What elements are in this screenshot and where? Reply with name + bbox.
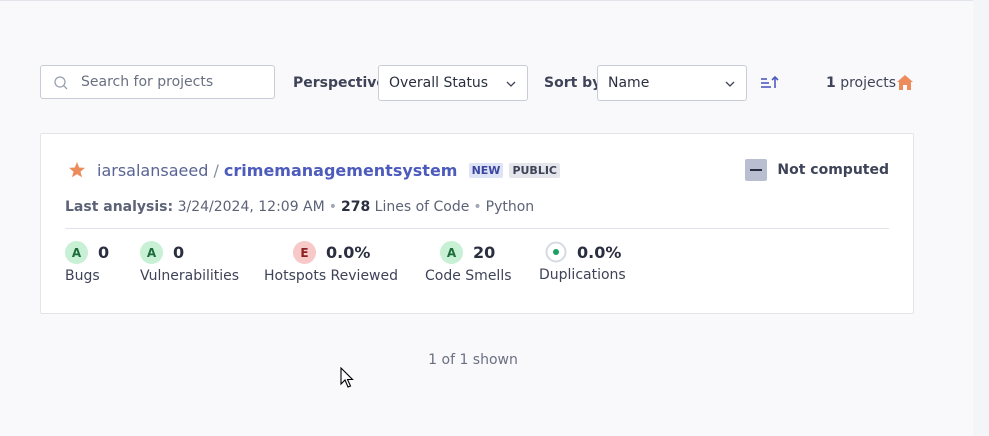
perspective-value: Overall Status <box>389 75 489 91</box>
perspective-select[interactable]: Overall Status <box>378 65 528 101</box>
home-icon[interactable] <box>896 74 914 91</box>
perspective-label: Perspective <box>293 75 386 91</box>
chevron-down-icon <box>506 81 516 87</box>
quality-gate-status: Not computed <box>745 159 889 181</box>
project-org-link[interactable]: iarsalansaeed <box>97 161 208 180</box>
card-divider <box>65 228 889 229</box>
lines-of-code-value: 278 <box>340 199 371 215</box>
sort-value: Name <box>608 75 650 91</box>
search-icon <box>54 76 68 90</box>
cursor-icon <box>340 367 354 388</box>
metric-bugs[interactable]: A 0 Bugs <box>65 241 109 284</box>
rating-badge: A <box>440 241 463 264</box>
metric-value[interactable]: 0 <box>173 243 184 262</box>
quality-gate-icon <box>745 159 768 181</box>
star-icon[interactable] <box>68 161 86 179</box>
separator-dot: • <box>473 199 482 215</box>
project-count-number: 1 <box>826 75 836 91</box>
metric-label: Bugs <box>65 268 100 284</box>
metric-duplications[interactable]: 0.0% Duplications <box>539 241 626 283</box>
scroll-gutter <box>973 0 989 436</box>
tag-public: PUBLIC <box>509 163 560 178</box>
metric-vulnerabilities[interactable]: A 0 Vulnerabilities <box>140 241 239 284</box>
last-analysis-label: Last analysis: <box>65 199 174 215</box>
rating-badge: A <box>140 241 163 264</box>
rating-badge: E <box>293 241 316 264</box>
search-input[interactable] <box>81 66 271 98</box>
duplication-icon <box>545 241 567 263</box>
metric-value[interactable]: 20 <box>473 243 495 262</box>
metric-label: Hotspots Reviewed <box>264 268 399 284</box>
shown-count: 1 of 1 shown <box>428 352 518 368</box>
separator-dot: • <box>328 199 337 215</box>
tag-new: NEW <box>468 163 504 178</box>
metric-label: Code Smells <box>425 268 512 284</box>
lines-of-code-label: Lines of Code <box>374 199 470 215</box>
metric-value[interactable]: 0.0% <box>577 243 621 262</box>
project-count-suffix: projects <box>840 75 897 91</box>
project-title: iarsalansaeed / crimemanagementsystem NE… <box>97 161 560 180</box>
metric-hotspots-reviewed[interactable]: E 0.0% Hotspots Reviewed <box>264 241 398 284</box>
metric-value[interactable]: 0.0% <box>326 243 370 262</box>
search-box[interactable] <box>40 65 275 99</box>
project-separator: / <box>213 161 219 180</box>
metric-label: Duplications <box>539 267 626 283</box>
project-card: iarsalansaeed / crimemanagementsystem NE… <box>40 133 914 314</box>
metric-value[interactable]: 0 <box>98 243 109 262</box>
sort-ascending-icon[interactable] <box>759 74 779 92</box>
chevron-down-icon <box>725 81 735 87</box>
quality-gate-text: Not computed <box>777 162 889 178</box>
rating-badge: A <box>65 241 88 264</box>
metric-code-smells[interactable]: A 20 Code Smells <box>425 241 512 284</box>
top-divider <box>0 0 973 1</box>
project-name-link[interactable]: crimemanagementsystem <box>224 161 458 180</box>
project-count: 1 projects <box>826 75 896 91</box>
project-language: Python <box>485 199 535 215</box>
metric-label: Vulnerabilities <box>140 268 240 284</box>
sort-select[interactable]: Name <box>597 65 747 101</box>
sort-label: Sort by <box>544 75 602 91</box>
last-analysis: Last analysis: 3/24/2024, 12:09 AM • 278 L… <box>65 199 534 215</box>
last-analysis-value: 3/24/2024, 12:09 AM <box>177 199 325 215</box>
